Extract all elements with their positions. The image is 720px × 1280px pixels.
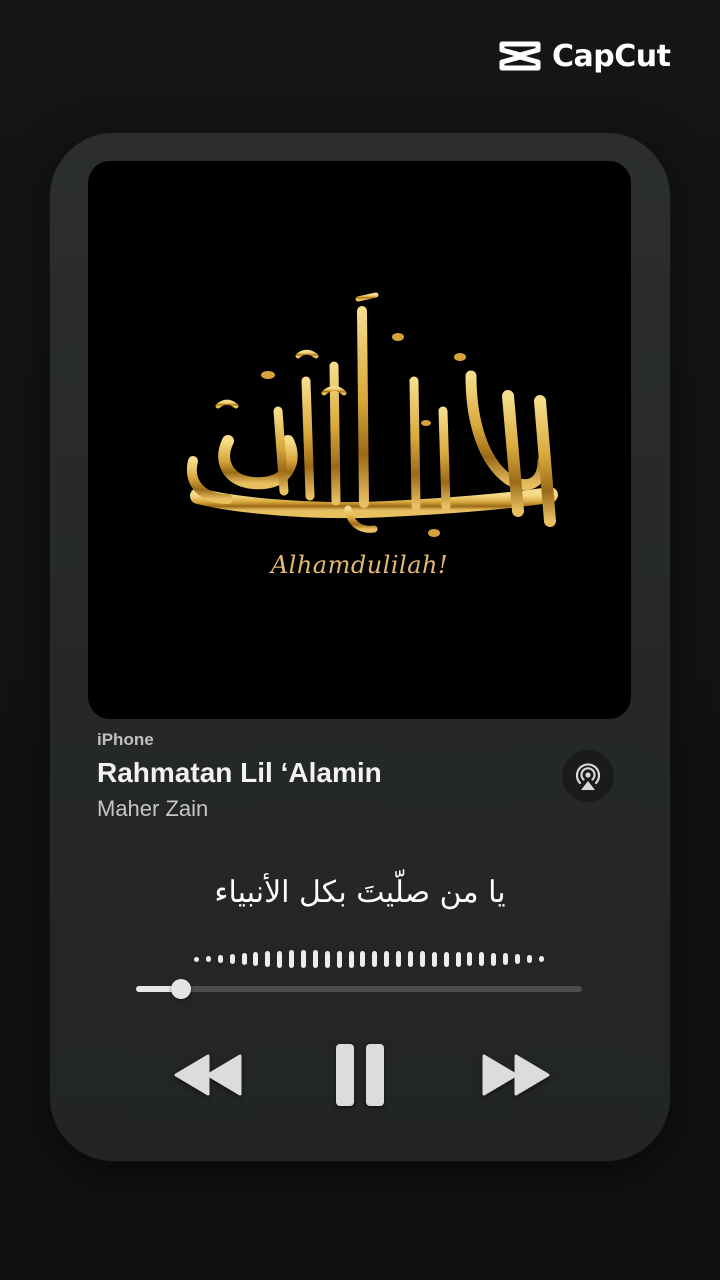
waveform-bar: [229, 954, 235, 964]
airplay-button[interactable]: [562, 750, 614, 802]
arabic-calligraphy-image: [186, 292, 558, 537]
album-artwork: Alhamdulilah!: [88, 161, 631, 719]
waveform-bar: [408, 951, 414, 967]
waveform-bar: [205, 956, 211, 962]
waveform-bar: [336, 950, 342, 968]
waveform-bar: [515, 954, 521, 964]
waveform-bar: [241, 953, 247, 965]
waveform-bar: [538, 956, 544, 962]
waveform-bar: [194, 956, 199, 962]
fast-forward-button[interactable]: [476, 1045, 556, 1105]
waveform-bar: [348, 950, 354, 968]
waveform-bar: [324, 950, 330, 968]
waveform-bar: [277, 950, 283, 968]
waveform-bar: [384, 951, 390, 967]
capcut-logo-icon: [499, 41, 541, 71]
screen: CapCut Alhamdulilah! iPhone Rahmatan Lil…: [0, 0, 720, 1280]
rewind-icon: [174, 1054, 242, 1096]
waveform-bar: [467, 952, 473, 966]
song-title: Rahmatan Lil ‘Alamin: [97, 757, 382, 788]
waveform-bar: [360, 951, 366, 967]
waveform-bar: [431, 951, 437, 967]
capcut-label: CapCut: [552, 38, 671, 74]
artist-name[interactable]: Maher Zain: [97, 796, 208, 822]
waveform-bar: [217, 955, 223, 963]
audio-waveform: [194, 948, 544, 970]
waveform-bar: [301, 950, 307, 968]
waveform-bar: [491, 952, 497, 966]
artwork-caption: Alhamdulilah!: [270, 551, 449, 579]
waveform-bar: [265, 951, 271, 967]
progress-bar[interactable]: [136, 979, 582, 999]
rewind-button[interactable]: [168, 1045, 248, 1105]
waveform-bar: [372, 951, 378, 967]
pause-icon: [336, 1044, 384, 1106]
waveform-bar: [455, 951, 461, 967]
progress-track: [136, 986, 582, 992]
waveform-bar: [526, 955, 532, 963]
waveform-bar: [479, 952, 485, 966]
now-playing-card: Alhamdulilah! iPhone Rahmatan Lil ‘Alami…: [50, 133, 670, 1161]
waveform-bar: [503, 953, 509, 965]
fast-forward-icon: [482, 1054, 550, 1096]
waveform-bar: [253, 952, 259, 966]
progress-scrubber[interactable]: [170, 979, 191, 999]
waveform-bar: [443, 951, 449, 967]
lyric-line: يا من صلّيتَ بكل الأنبياء: [214, 875, 506, 910]
playback-source: iPhone: [97, 730, 154, 749]
waveform-bar: [289, 950, 295, 968]
pause-button[interactable]: [328, 1038, 392, 1112]
waveform-bar: [312, 950, 318, 968]
waveform-bar: [396, 951, 402, 967]
airplay-audio-icon: [575, 763, 601, 790]
capcut-watermark: CapCut: [498, 38, 671, 74]
waveform-bar: [419, 951, 425, 967]
